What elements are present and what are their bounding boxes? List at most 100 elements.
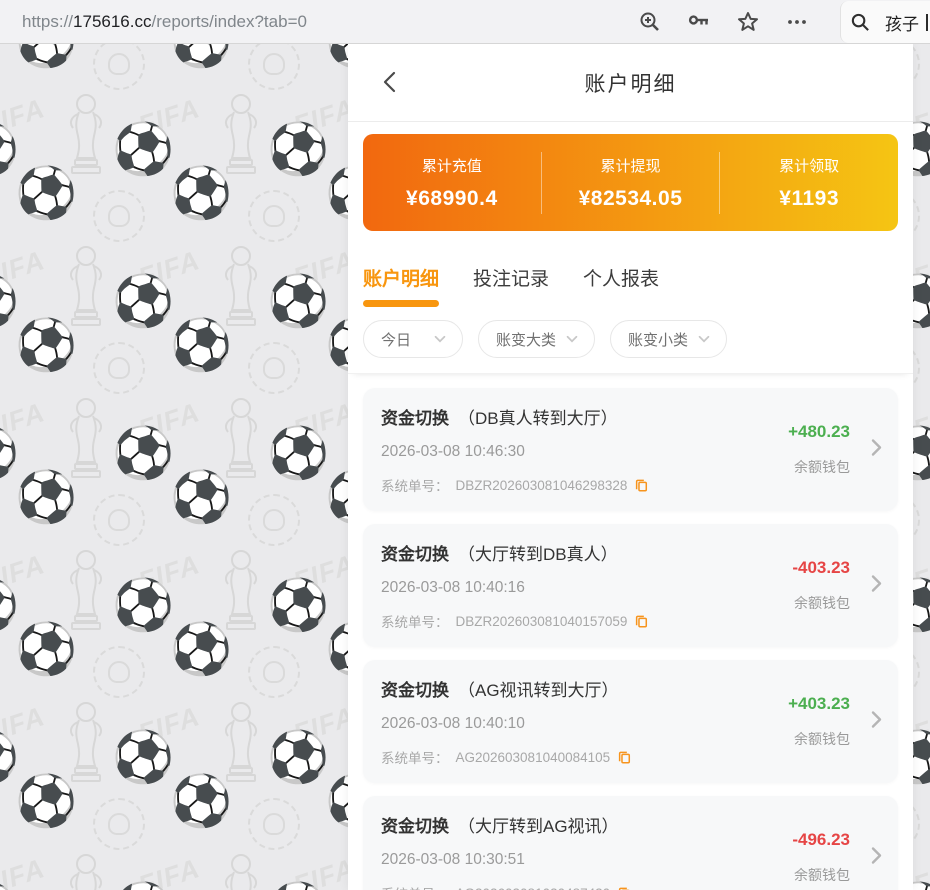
tab-account-detail[interactable]: 账户明细	[363, 264, 439, 307]
transaction-row[interactable]: 资金切换（大厅转到DB真人） 2026-03-08 10:40:16 系统单号：…	[363, 524, 898, 647]
watermark-badge-icon	[93, 646, 145, 698]
watermark-soccer-ball-icon: ⚽	[267, 884, 329, 890]
clipped-text	[926, 14, 930, 31]
copy-icon[interactable]	[634, 614, 649, 629]
chevron-right-icon[interactable]	[866, 435, 886, 464]
watermark-soccer-ball-icon: ⚽	[267, 124, 329, 174]
transaction-title: 资金切换（DB真人转到大厅）	[381, 404, 750, 429]
url-domain: 175616.cc	[73, 12, 151, 31]
summary-card: 累计充值 ¥68990.4 累计提现 ¥82534.05 累计领取 ¥1193	[363, 134, 898, 231]
summary-recharge: 累计充值 ¥68990.4	[363, 155, 541, 211]
watermark-badge-icon	[248, 190, 300, 242]
order-label: 系统单号：	[381, 883, 449, 890]
summary-withdraw: 累计提现 ¥82534.05	[542, 155, 720, 211]
summary-label: 累计提现	[542, 155, 720, 176]
filter-date-dropdown[interactable]: 今日	[363, 320, 463, 358]
watermark-soccer-ball-icon: ⚽	[15, 776, 77, 826]
transaction-list: 资金切换（DB真人转到大厅） 2026-03-08 10:46:30 系统单号：…	[348, 374, 913, 890]
filter-label: 账变小类	[628, 329, 688, 350]
url-path: /reports/index?tab=0	[151, 12, 306, 31]
watermark-soccer-ball-icon: ⚽	[267, 732, 329, 782]
order-number: DBZR202603081040157059	[456, 614, 628, 629]
copy-icon[interactable]	[617, 750, 632, 765]
watermark-soccer-ball-icon: ⚽	[112, 732, 174, 782]
order-number: DBZR202603081046298328	[456, 478, 628, 493]
order-number: AG202603081030487420	[456, 886, 611, 890]
transaction-title: 资金切换（大厅转到AG视讯）	[381, 812, 750, 837]
watermark-badge-icon	[248, 798, 300, 850]
browser-address-bar[interactable]: https://175616.cc/reports/index?tab=0 孩子	[0, 0, 930, 44]
transaction-amount: +403.23	[788, 694, 850, 714]
wallet-label: 余额钱包	[794, 457, 850, 477]
transaction-title: 资金切换（大厅转到DB真人）	[381, 540, 750, 565]
watermark-badge-icon	[93, 798, 145, 850]
zoom-in-icon[interactable]	[638, 10, 662, 34]
chevron-right-icon[interactable]	[866, 843, 886, 872]
watermark-badge-icon	[93, 190, 145, 242]
order-label: 系统单号：	[381, 475, 449, 495]
summary-value: ¥82534.05	[542, 187, 720, 211]
copy-icon[interactable]	[634, 478, 649, 493]
page-title: 账户明细	[585, 68, 677, 98]
key-icon[interactable]	[687, 10, 711, 34]
chevron-down-icon	[564, 331, 580, 347]
tab-bar: 账户明细 投注记录 个人报表	[348, 231, 913, 307]
filter-minor-type-dropdown[interactable]: 账变小类	[610, 320, 727, 358]
watermark-soccer-ball-icon: ⚽	[267, 428, 329, 478]
watermark-trophy-icon	[218, 852, 264, 890]
url-text[interactable]: https://175616.cc/reports/index?tab=0	[0, 12, 307, 32]
watermark-badge-icon	[248, 494, 300, 546]
tab-label: 账户明细	[363, 264, 439, 291]
url-scheme: https://	[22, 12, 73, 31]
search-query-text: 孩子	[885, 10, 919, 35]
watermark-trophy-icon	[63, 852, 109, 890]
chevron-down-icon	[696, 331, 712, 347]
copy-icon[interactable]	[617, 886, 632, 890]
more-icon[interactable]	[785, 10, 809, 34]
transaction-row[interactable]: 资金切换（DB真人转到大厅） 2026-03-08 10:46:30 系统单号：…	[363, 388, 898, 511]
filter-label: 账变大类	[496, 329, 556, 350]
tab-bet-records[interactable]: 投注记录	[473, 264, 549, 307]
watermark-soccer-ball-icon: ⚽	[15, 44, 77, 66]
page-header: 账户明细	[348, 44, 913, 122]
watermark-soccer-ball-icon: ⚽	[15, 472, 77, 522]
star-icon[interactable]	[736, 10, 760, 34]
transaction-amount: -496.23	[792, 830, 850, 850]
tab-personal-report[interactable]: 个人报表	[583, 264, 659, 307]
watermark-soccer-ball-icon: ⚽	[267, 276, 329, 326]
watermark-soccer-ball-icon: ⚽	[112, 580, 174, 630]
transaction-order: 系统单号： AG202603081040084105	[381, 747, 750, 767]
watermark-badge-icon	[248, 646, 300, 698]
tab-underline	[473, 300, 549, 307]
wallet-label: 余额钱包	[794, 593, 850, 613]
order-label: 系统单号：	[381, 747, 449, 767]
filter-label: 今日	[381, 329, 411, 350]
active-tab-underline	[363, 300, 439, 307]
search-input[interactable]: 孩子	[840, 1, 930, 43]
tab-label: 投注记录	[473, 264, 549, 291]
watermark-badge-icon	[93, 44, 145, 90]
watermark-soccer-ball-icon: ⚽	[112, 428, 174, 478]
summary-claim: 累计领取 ¥1193	[720, 155, 898, 211]
chevron-right-icon[interactable]	[866, 707, 886, 736]
transaction-order: 系统单号： DBZR202603081046298328	[381, 475, 750, 495]
watermark-soccer-ball-icon: ⚽	[170, 624, 232, 674]
watermark-badge-icon	[248, 44, 300, 90]
watermark-soccer-ball-icon: ⚽	[15, 168, 77, 218]
filter-bar: 今日 账变大类 账变小类	[348, 307, 913, 374]
transaction-datetime: 2026-03-08 10:30:51	[381, 851, 750, 869]
watermark-soccer-ball-icon: ⚽	[170, 320, 232, 370]
watermark-soccer-ball-icon: ⚽	[170, 776, 232, 826]
tab-label: 个人报表	[583, 264, 659, 291]
back-button[interactable]	[376, 68, 404, 96]
watermark-soccer-ball-icon: ⚽	[112, 276, 174, 326]
order-number: AG202603081040084105	[456, 750, 611, 765]
chevron-right-icon[interactable]	[866, 571, 886, 600]
filter-major-type-dropdown[interactable]: 账变大类	[478, 320, 595, 358]
watermark-soccer-ball-icon: ⚽	[15, 624, 77, 674]
transaction-row[interactable]: 资金切换（大厅转到AG视讯） 2026-03-08 10:30:51 系统单号：…	[363, 796, 898, 890]
transaction-row[interactable]: 资金切换（AG视讯转到大厅） 2026-03-08 10:40:10 系统单号：…	[363, 660, 898, 783]
transaction-datetime: 2026-03-08 10:40:16	[381, 579, 750, 597]
transaction-amount: -403.23	[792, 558, 850, 578]
summary-value: ¥1193	[720, 187, 898, 211]
